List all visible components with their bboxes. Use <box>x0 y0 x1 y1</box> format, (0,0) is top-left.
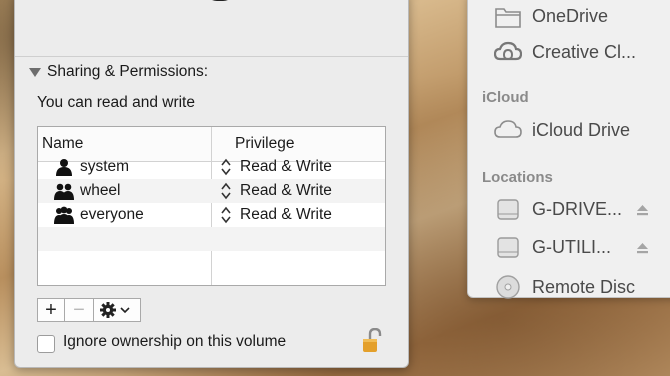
user-name: wheel <box>80 182 121 199</box>
finder-sidebar: OneDrive Creative Cl... iCloud iCloud Dr… <box>467 0 670 300</box>
drive-icon <box>497 199 519 220</box>
column-header-privilege[interactable]: Privilege <box>235 135 294 153</box>
sidebar-item-label: Remote Disc <box>532 276 636 297</box>
privilege-stepper-icon[interactable] <box>220 181 232 201</box>
creative-cloud-icon <box>494 41 522 61</box>
permissions-table: Name Privilege system Read & Write wheel… <box>37 126 386 286</box>
divider <box>15 56 408 57</box>
empty-row <box>38 227 385 251</box>
sidebar-item-label: iCloud Drive <box>532 119 631 140</box>
sidebar-item-label: OneDrive <box>532 5 609 26</box>
ignore-ownership-label[interactable]: Ignore ownership on this volume <box>63 333 286 351</box>
add-user-button[interactable]: + <box>37 298 65 322</box>
table-row[interactable]: everyone Read & Write <box>38 203 385 227</box>
sidebar-header-icloud: iCloud <box>482 89 529 106</box>
unlocked-lock-icon[interactable] <box>362 328 382 354</box>
eject-icon[interactable] <box>636 204 649 216</box>
privilege-stepper-icon[interactable] <box>220 205 232 225</box>
sidebar-item-remote-disc[interactable]: Remote Disc <box>494 274 635 300</box>
permissions-button-bar: + − <box>37 298 141 322</box>
user-name: system <box>80 158 130 175</box>
single-user-icon <box>56 159 72 176</box>
sidebar-item-g-drive[interactable]: G-DRIVE... <box>494 196 622 222</box>
privilege-value[interactable]: Read & Write <box>240 182 332 200</box>
privilege-value[interactable]: Read & Write <box>240 206 332 224</box>
group-users-icon <box>54 183 74 200</box>
sidebar-item-label: Creative Cl... <box>532 41 637 62</box>
privilege-stepper-icon[interactable] <box>220 157 232 177</box>
chevron-down-icon <box>120 307 130 314</box>
access-status-text: You can read and write <box>37 94 195 111</box>
table-row[interactable]: system Read & Write <box>38 155 385 179</box>
ignore-ownership-checkbox[interactable] <box>37 335 55 353</box>
sidebar-header-locations: Locations <box>482 169 553 186</box>
sidebar-item-onedrive[interactable]: OneDrive <box>494 3 608 29</box>
get-info-window: Sharing & Permissions: You can read and … <box>14 0 409 368</box>
sidebar-item-icloud-drive[interactable]: iCloud Drive <box>494 117 630 143</box>
sidebar-item-g-utility[interactable]: G-UTILI... <box>494 234 611 260</box>
table-row[interactable]: wheel Read & Write <box>38 179 385 203</box>
privilege-value[interactable]: Read & Write <box>240 158 332 176</box>
sidebar-item-creative-cloud[interactable]: Creative Cl... <box>494 39 636 65</box>
sidebar-item-label: G-UTILI... <box>532 236 612 257</box>
cloud-icon <box>494 120 522 138</box>
folder-icon <box>495 8 521 28</box>
action-menu-button[interactable] <box>94 298 141 322</box>
user-name: everyone <box>80 206 144 223</box>
everyone-users-icon <box>54 206 74 224</box>
remove-user-button[interactable]: − <box>65 298 94 322</box>
volume-icon <box>205 0 235 1</box>
column-header-name[interactable]: Name <box>42 135 83 153</box>
disclosure-triangle-icon[interactable] <box>29 67 41 77</box>
gear-icon <box>100 302 130 318</box>
drive-icon <box>497 237 519 258</box>
sidebar-item-label: G-DRIVE... <box>532 198 623 219</box>
eject-icon[interactable] <box>636 242 649 254</box>
disc-icon <box>496 275 520 299</box>
section-title: Sharing & Permissions: <box>47 63 209 80</box>
sharing-permissions-header[interactable]: Sharing & Permissions: <box>29 63 208 81</box>
